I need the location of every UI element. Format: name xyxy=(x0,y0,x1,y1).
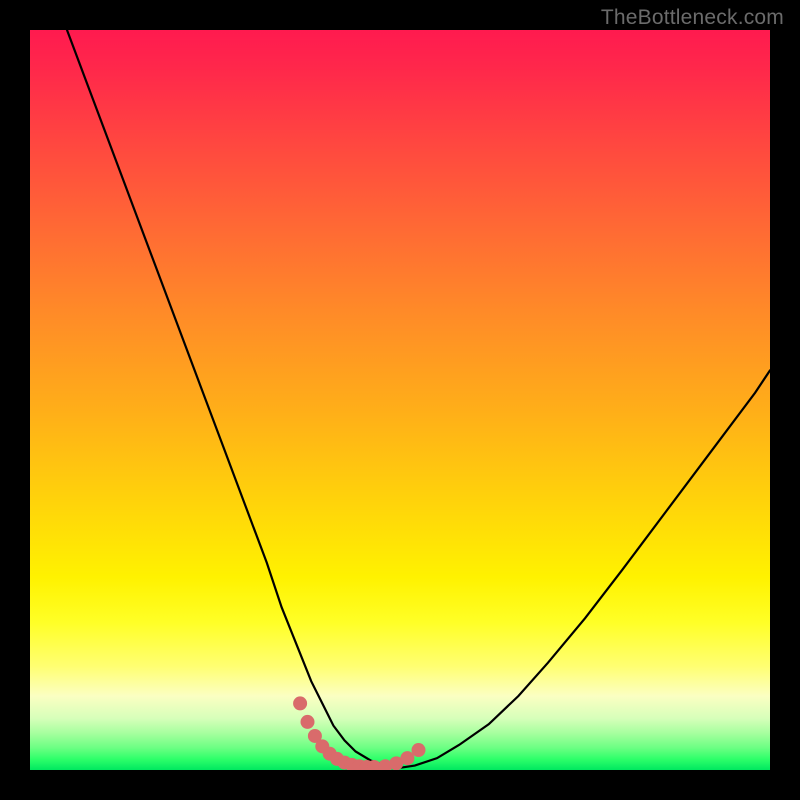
chart-svg xyxy=(30,30,770,770)
marker-dot xyxy=(412,743,426,757)
chart-frame: TheBottleneck.com xyxy=(0,0,800,800)
bottleneck-curve xyxy=(67,30,770,768)
marker-dot xyxy=(293,696,307,710)
plot-area xyxy=(30,30,770,770)
marker-band xyxy=(293,696,425,770)
marker-dot xyxy=(301,715,315,729)
watermark-text: TheBottleneck.com xyxy=(601,6,784,30)
